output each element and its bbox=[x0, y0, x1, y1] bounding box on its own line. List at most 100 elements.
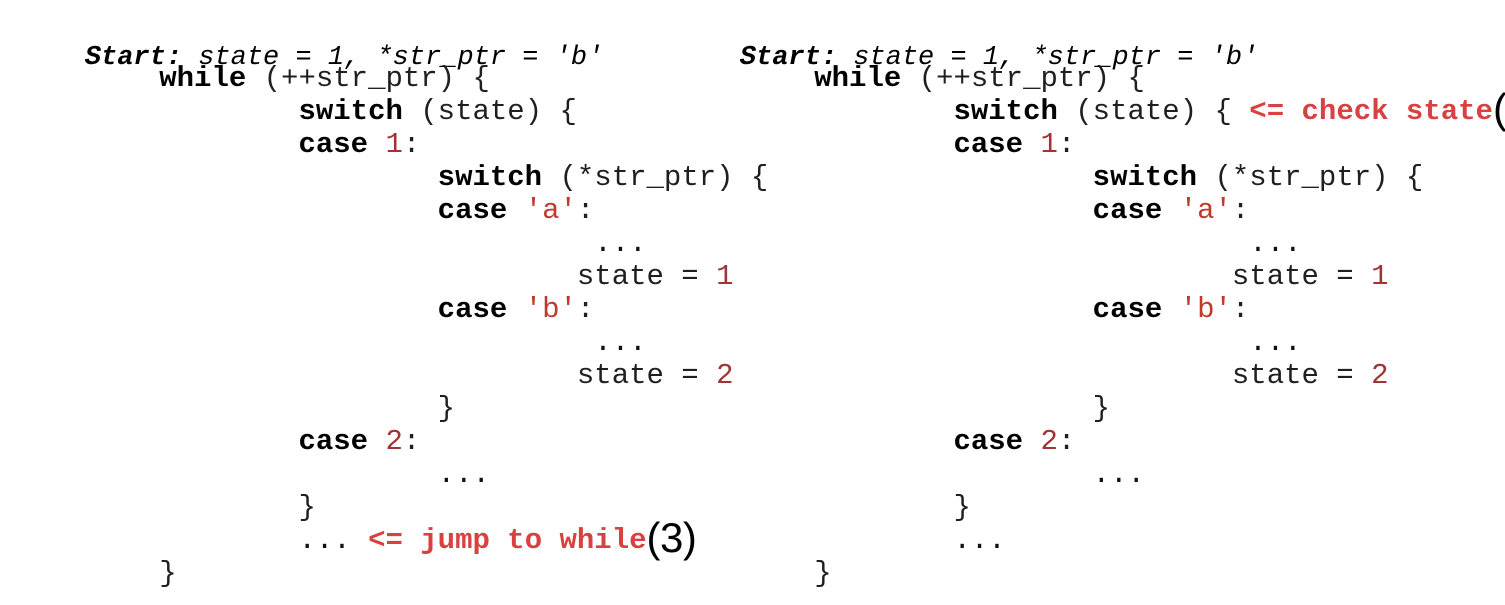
code-text: (state) { bbox=[402, 95, 577, 128]
code-keyword: switch bbox=[1092, 161, 1198, 194]
code-panel-left: Start: state = 1, *str_ptr = 'b' while (… bbox=[0, 0, 769, 605]
code-line: state = 1 bbox=[675, 260, 1505, 293]
code-ellipsis: ... bbox=[953, 524, 1006, 557]
code-ellipsis: ... bbox=[298, 524, 351, 557]
code-annotation: <= check state bbox=[1231, 95, 1493, 128]
code-string-literal: 'a' bbox=[524, 194, 577, 227]
code-text: (++str_ptr) { bbox=[901, 62, 1145, 95]
code-ellipsis: ... bbox=[437, 458, 490, 491]
code-text: : bbox=[576, 293, 595, 326]
code-keyword: case bbox=[298, 128, 369, 161]
code-line: state = 2 bbox=[675, 359, 1505, 392]
code-keyword: while bbox=[159, 62, 247, 95]
code-keyword: case bbox=[1092, 293, 1163, 326]
code-number-literal: 2 bbox=[1040, 425, 1058, 458]
code-number-literal: 1 bbox=[1040, 128, 1058, 161]
code-text: : bbox=[1231, 293, 1250, 326]
code-line: switch (state) { <= check state(4) bbox=[675, 88, 1505, 130]
code-keyword: while bbox=[814, 62, 902, 95]
code-number-literal: 2 bbox=[1371, 359, 1389, 392]
code-keyword: case bbox=[437, 194, 508, 227]
code-text: : bbox=[402, 128, 421, 161]
code-text: } bbox=[437, 392, 456, 425]
code-text: } bbox=[953, 491, 971, 524]
code-line: case 1: bbox=[675, 128, 1505, 161]
code-keyword: case bbox=[1092, 194, 1163, 227]
code-ellipsis: ... bbox=[1092, 458, 1145, 491]
code-keyword: case bbox=[298, 425, 369, 458]
code-string-literal: 'b' bbox=[1179, 293, 1232, 326]
code-line: while (++str_ptr) { bbox=[675, 62, 1505, 95]
code-line: ... bbox=[675, 227, 1505, 260]
code-line: } bbox=[675, 557, 1505, 590]
code-number-literal: 2 bbox=[385, 425, 403, 458]
code-ellipsis: ... bbox=[1249, 326, 1302, 359]
code-number-literal: 1 bbox=[1371, 260, 1389, 293]
code-keyword: switch bbox=[953, 95, 1058, 128]
code-text: state = bbox=[1231, 359, 1372, 392]
code-ellipsis: ... bbox=[594, 227, 647, 260]
code-keyword: switch bbox=[298, 95, 403, 128]
code-string-literal: 'a' bbox=[1179, 194, 1232, 227]
code-text: } bbox=[159, 557, 177, 590]
code-ellipsis: ... bbox=[594, 326, 647, 359]
step-number: (4) bbox=[1493, 85, 1505, 132]
code-line: ... bbox=[675, 458, 1505, 491]
code-string-literal: 'b' bbox=[524, 293, 577, 326]
code-text: } bbox=[814, 557, 832, 590]
code-text: } bbox=[1092, 392, 1111, 425]
code-keyword: case bbox=[953, 425, 1024, 458]
code-line: case 'b': bbox=[675, 293, 1505, 326]
code-text: (state) { bbox=[1057, 95, 1232, 128]
code-line: ... bbox=[675, 326, 1505, 359]
code-keyword: switch bbox=[437, 161, 543, 194]
code-text: : bbox=[1231, 194, 1250, 227]
code-number-literal: 1 bbox=[385, 128, 403, 161]
code-text: state = bbox=[1231, 260, 1372, 293]
code-line: } bbox=[675, 491, 1505, 524]
code-keyword: case bbox=[953, 128, 1024, 161]
code-line: case 'a': bbox=[675, 194, 1505, 227]
code-text: : bbox=[576, 194, 595, 227]
code-text: (++str_ptr) { bbox=[246, 62, 490, 95]
code-text: : bbox=[1057, 425, 1076, 458]
code-line: } bbox=[675, 392, 1505, 425]
code-text: } bbox=[298, 491, 316, 524]
code-keyword: case bbox=[437, 293, 508, 326]
